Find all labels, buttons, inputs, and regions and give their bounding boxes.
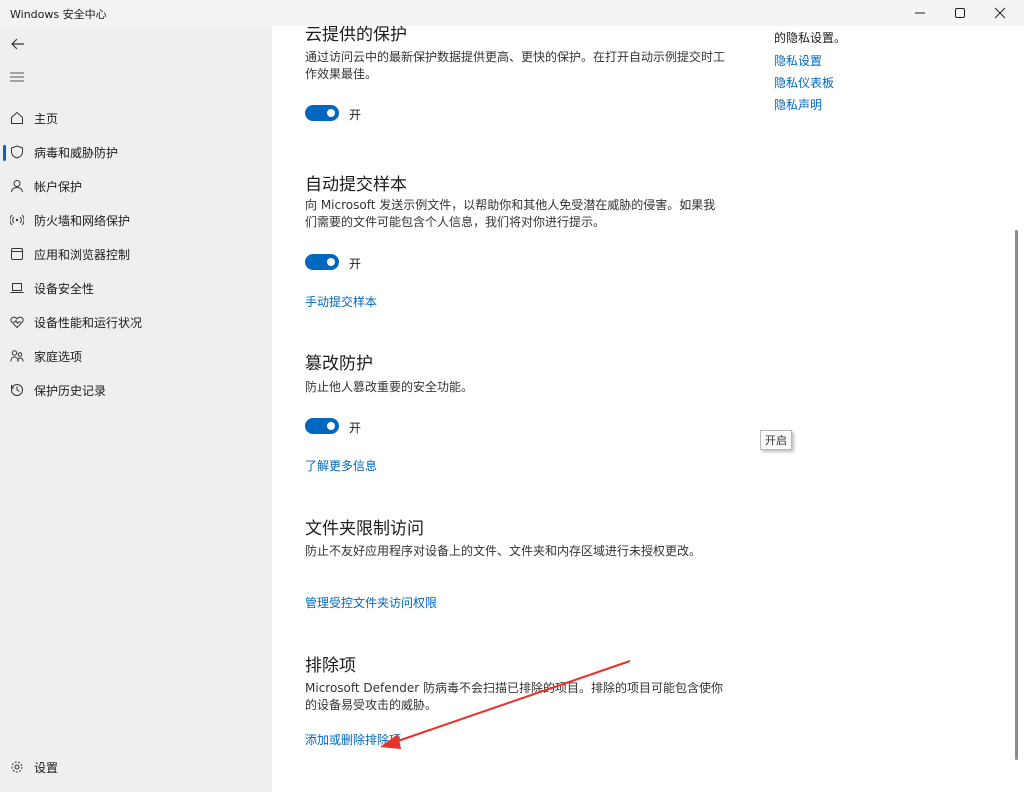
tamper-protection-desc: 防止他人篡改重要的安全功能。 bbox=[305, 380, 474, 394]
title-bar: Windows 安全中心 bbox=[0, 0, 1024, 26]
sample-submission-toggle-label: 开 bbox=[349, 257, 362, 271]
sidebar-item-label: 帐户保护 bbox=[34, 179, 83, 194]
sample-submission-toggle[interactable] bbox=[305, 254, 339, 270]
heart-icon bbox=[10, 316, 24, 329]
sidebar-item-label: 设备性能和运行状况 bbox=[34, 315, 143, 330]
home-icon bbox=[11, 111, 23, 124]
sidebar-item-protection-history[interactable]: 保护历史记录 bbox=[0, 375, 272, 405]
manage-folder-access-link[interactable]: 管理受控文件夹访问权限 bbox=[305, 594, 437, 611]
sidebar-item-label: 设备安全性 bbox=[34, 281, 95, 296]
exclusions-desc: Microsoft Defender 防病毒不会扫描已排除的项目。排除的项目可能… bbox=[305, 681, 724, 712]
privacy-text: 的隐私设置。 bbox=[774, 31, 847, 45]
privacy-statement-link[interactable]: 隐私声明 bbox=[774, 96, 822, 113]
sidebar-item-account-protection[interactable]: 帐户保护 bbox=[0, 171, 272, 201]
history-icon bbox=[11, 384, 23, 396]
learn-more-link[interactable]: 了解更多信息 bbox=[305, 457, 377, 474]
cloud-protection-title: 云提供的保护 bbox=[305, 26, 407, 45]
sidebar-item-home[interactable]: 主页 bbox=[0, 103, 272, 133]
toggle-knob bbox=[327, 258, 335, 266]
sidebar-item-app-browser[interactable]: 应用和浏览器控制 bbox=[0, 239, 272, 269]
add-remove-exclusions-link[interactable]: 添加或删除排除项 bbox=[305, 731, 401, 748]
sidebar-item-label: 家庭选项 bbox=[34, 349, 83, 364]
sidebar-item-device-performance[interactable]: 设备性能和运行状况 bbox=[0, 307, 272, 337]
tamper-protection-title: 篡改防护 bbox=[305, 354, 373, 374]
sample-submission-title: 自动提交样本 bbox=[305, 175, 407, 195]
close-button[interactable] bbox=[980, 0, 1020, 26]
window-title: Windows 安全中心 bbox=[10, 8, 107, 21]
cloud-protection-toggle-label: 开 bbox=[349, 108, 362, 122]
sidebar-item-label: 主页 bbox=[34, 111, 59, 126]
menu-icon[interactable] bbox=[10, 72, 24, 82]
sidebar-item-firewall[interactable]: 防火墙和网络保护 bbox=[0, 205, 272, 235]
minimize-button[interactable] bbox=[900, 0, 940, 26]
sidebar-item-label: 病毒和威胁防护 bbox=[34, 145, 119, 160]
sidebar-item-virus-protection[interactable]: 病毒和威胁防护 bbox=[0, 137, 272, 167]
tamper-protection-toggle[interactable] bbox=[305, 418, 339, 434]
privacy-dashboard-link[interactable]: 隐私仪表板 bbox=[774, 74, 834, 91]
sidebar-item-settings[interactable]: 设置 bbox=[0, 752, 272, 782]
wifi-icon bbox=[10, 214, 24, 226]
main-content: 云提供的保护 通过访问云中的最新保护数据提供更高、更快的保护。在打开自动示例提交… bbox=[272, 26, 1020, 792]
laptop-icon bbox=[10, 283, 24, 293]
close-icon bbox=[994, 7, 1006, 19]
cloud-protection-toggle[interactable] bbox=[305, 105, 339, 121]
sidebar-item-label: 应用和浏览器控制 bbox=[34, 247, 131, 262]
maximize-icon bbox=[955, 8, 965, 18]
minimize-icon bbox=[915, 12, 925, 14]
sidebar-item-label: 防火墙和网络保护 bbox=[34, 213, 131, 228]
exclusions-title: 排除项 bbox=[305, 656, 356, 676]
toggle-knob bbox=[327, 109, 335, 117]
manual-submit-link[interactable]: 手动提交样本 bbox=[305, 293, 377, 310]
back-arrow-icon[interactable] bbox=[10, 36, 26, 52]
family-icon bbox=[10, 350, 24, 362]
toggle-knob bbox=[327, 422, 335, 430]
shield-icon bbox=[11, 145, 23, 159]
sidebar-item-label: 设置 bbox=[34, 760, 59, 775]
privacy-settings-link[interactable]: 隐私设置 bbox=[774, 52, 822, 69]
sample-submission-desc: 向 Microsoft 发送示例文件，以帮助你和其他人免受潜在威胁的侵害。如果我… bbox=[305, 198, 716, 229]
person-icon bbox=[11, 180, 23, 193]
cloud-protection-desc: 通过访问云中的最新保护数据提供更高、更快的保护。在打开自动示例提交时工作效果最佳… bbox=[305, 50, 726, 81]
sidebar-item-label: 保护历史记录 bbox=[34, 383, 107, 398]
gear-icon bbox=[11, 761, 23, 773]
sidebar-item-device-security[interactable]: 设备安全性 bbox=[0, 273, 272, 303]
folder-access-title: 文件夹限制访问 bbox=[305, 519, 424, 539]
folder-access-desc: 防止不友好应用程序对设备上的文件、文件夹和内存区域进行未授权更改。 bbox=[305, 544, 702, 558]
scrollbar[interactable] bbox=[1015, 230, 1018, 760]
tooltip: 开启 bbox=[760, 430, 792, 450]
app-browser-icon bbox=[11, 248, 23, 260]
maximize-button[interactable] bbox=[940, 0, 980, 26]
tamper-protection-toggle-label: 开 bbox=[349, 421, 362, 435]
sidebar: 主页 病毒和威胁防护 帐户保护 防火墙和网络保护 应用和浏览器控制 设备安全性 … bbox=[0, 26, 272, 792]
sidebar-item-family[interactable]: 家庭选项 bbox=[0, 341, 272, 371]
